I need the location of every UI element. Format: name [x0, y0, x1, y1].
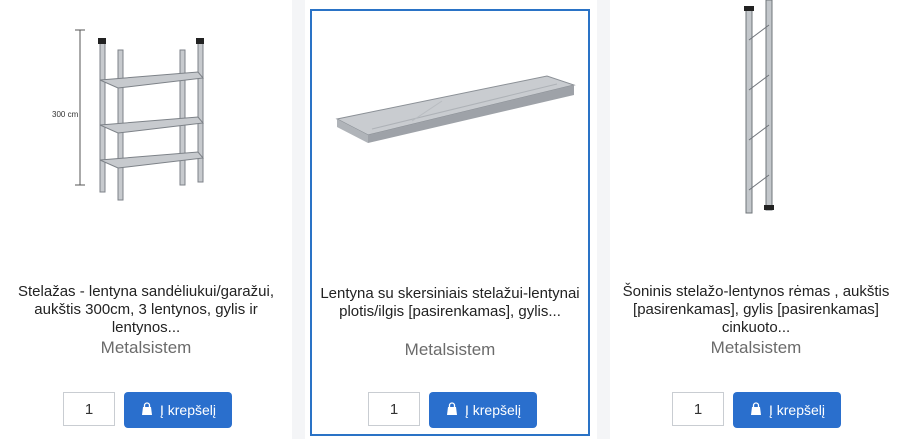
- quantity-input[interactable]: [368, 392, 420, 426]
- add-to-cart-button[interactable]: Į krepšelį: [733, 392, 841, 428]
- add-to-cart-button[interactable]: Į krepšelį: [124, 392, 232, 428]
- product-card[interactable]: 300 cm Stelažas - lentyna sandėliukui/ga…: [0, 0, 292, 439]
- dimension-label: 300 cm: [52, 110, 79, 119]
- quantity-input[interactable]: [63, 392, 115, 426]
- product-title[interactable]: Lentyna su skersiniais stelažui-lentynai…: [318, 285, 582, 321]
- shopping-bag-icon: [445, 401, 459, 419]
- add-to-cart-label: Į krepšelį: [768, 402, 826, 418]
- product-card-highlighted[interactable]: Lentyna su skersiniais stelažui-lentynai…: [310, 9, 590, 436]
- product-card[interactable]: Šoninis stelažo-lentynos rėmas , aukštis…: [610, 0, 900, 439]
- product-image-shelf[interactable]: [312, 11, 588, 251]
- add-to-cart-label: Į krepšelį: [159, 402, 217, 418]
- product-image-shelving-unit[interactable]: [0, 0, 292, 240]
- add-to-cart-button[interactable]: Į krepšelį: [429, 392, 537, 428]
- product-brand: Metalsistem: [404, 340, 496, 359]
- shopping-bag-icon: [749, 401, 763, 419]
- shopping-bag-icon: [140, 401, 154, 419]
- product-image-side-frame[interactable]: [610, 0, 900, 240]
- product-title[interactable]: Stelažas - lentyna sandėliukui/garažui, …: [10, 283, 282, 337]
- product-brand: Metalsistem: [100, 338, 192, 357]
- add-to-cart-label: Į krepšelį: [464, 402, 522, 418]
- product-brand: Metalsistem: [710, 338, 802, 357]
- product-title[interactable]: Šoninis stelažo-lentynos rėmas , aukštis…: [620, 283, 892, 337]
- quantity-input[interactable]: [672, 392, 724, 426]
